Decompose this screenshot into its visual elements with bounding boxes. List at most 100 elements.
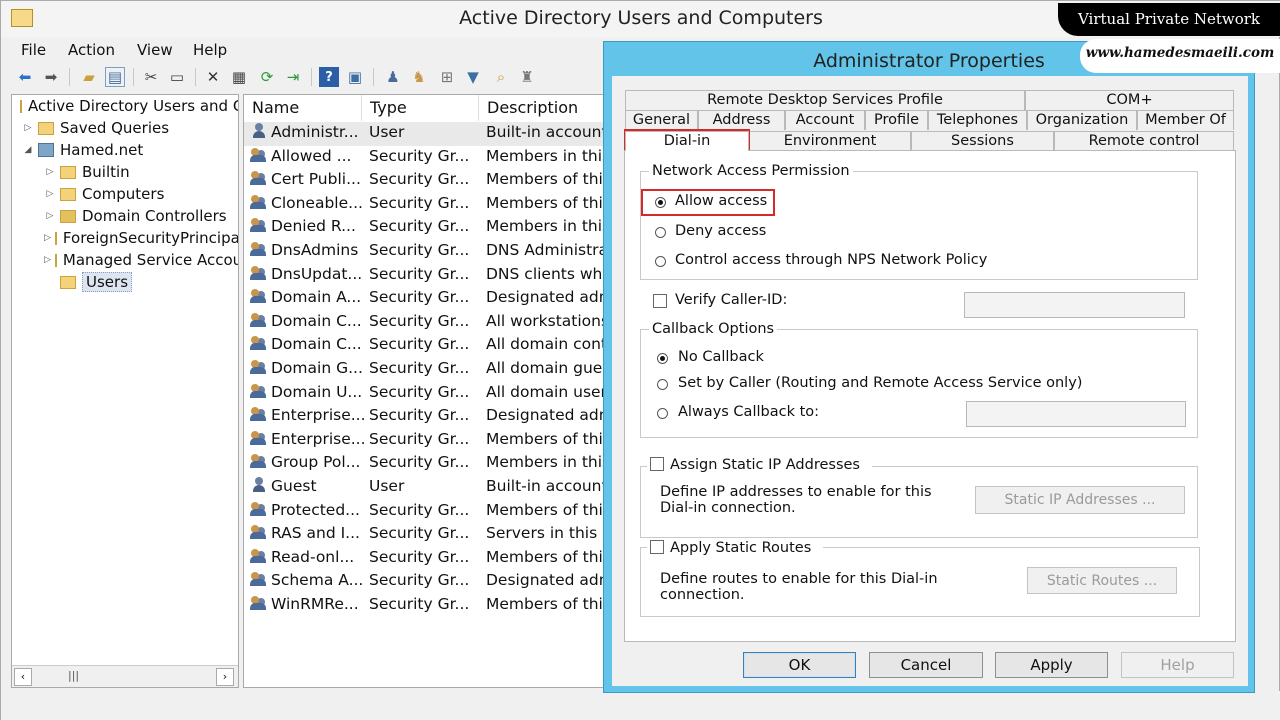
add-to-group-icon[interactable]: ♜ [517,67,537,87]
list-item[interactable]: Protected... Security Gr... Members of thi… [244,500,612,524]
tree-item-hamed-net[interactable]: ◢ Hamed.net [12,139,238,161]
back-arrow-icon[interactable]: ⬅ [15,67,35,87]
ok-button[interactable]: OK [743,652,856,678]
forward-arrow-icon[interactable]: ➡ [41,67,61,87]
tab-general[interactable]: General [625,110,698,130]
scroll-right-icon[interactable]: › [216,668,234,686]
list-item[interactable]: RAS and I... Security Gr... Servers in thi… [244,523,612,547]
up-folder-icon[interactable]: ▰ [79,67,99,87]
menu-action[interactable]: Action [68,41,115,59]
column-header-description[interactable]: Description [479,95,612,121]
tab-dial-in[interactable]: Dial-in [625,131,749,151]
static-routes-label[interactable]: Apply Static Routes [670,540,811,556]
list-item[interactable]: Read-onl... Security Gr... Members of this [244,547,612,571]
tree-item-foreign-security-principals[interactable]: ▷ ForeignSecurityPrincipals [12,227,238,249]
list-item[interactable]: DnsUpdat... Security Gr... DNS clients whe [244,264,612,288]
tree-item-saved-queries[interactable]: ▷ Saved Queries [12,117,238,139]
always-callback-field[interactable] [966,401,1186,427]
static-routes-checkbox[interactable] [650,540,664,554]
show-console-tree-icon[interactable]: ▤ [105,67,125,87]
help-button[interactable]: Help [1121,652,1234,678]
menu-help[interactable]: Help [193,41,227,59]
tab-com-plus[interactable]: COM+ [1025,90,1234,110]
tab-member-of[interactable]: Member Of [1137,110,1234,130]
tab-sessions[interactable]: Sessions [911,131,1054,151]
list-item[interactable]: Domain A... Security Gr... Designated adm [244,287,612,311]
expand-arrow-icon[interactable]: ▷ [44,167,56,177]
find-icon[interactable]: ⌕ [491,67,511,87]
column-header-type[interactable]: Type [362,95,479,121]
apply-button[interactable]: Apply [995,652,1108,678]
static-ip-addresses-button[interactable]: Static IP Addresses ... [975,486,1185,514]
expand-arrow-icon[interactable]: ▷ [44,189,56,199]
tab-profile[interactable]: Profile [865,110,928,130]
cancel-button[interactable]: Cancel [869,652,983,678]
properties-icon[interactable]: ▦ [229,67,249,87]
expand-arrow-icon[interactable]: ▷ [44,233,51,243]
refresh-icon[interactable]: ⟳ [257,67,277,87]
list-item[interactable]: Guest User Built-in account [244,476,612,500]
tab-environment[interactable]: Environment [749,131,911,151]
static-ip-label[interactable]: Assign Static IP Addresses [670,457,860,473]
mmc-icon[interactable]: ▣ [345,67,365,87]
no-callback-label[interactable]: No Callback [678,349,764,365]
tree-horizontal-scrollbar[interactable]: ‹ ||| › [12,665,238,687]
scroll-thumb-grip-icon[interactable]: ||| [68,669,79,682]
expand-arrow-icon[interactable]: ▷ [44,255,51,265]
copy-icon[interactable]: ▭ [167,67,187,87]
list-item[interactable]: WinRMRe... Security Gr... Members of this [244,594,612,618]
always-callback-label[interactable]: Always Callback to: [678,404,819,420]
radio-control-access-nps[interactable] [655,256,666,267]
list-item[interactable]: Domain C... Security Gr... All domain cont [244,334,612,358]
radio-always-callback[interactable] [657,408,668,419]
column-header-name[interactable]: Name [244,95,362,121]
list-item[interactable]: Allowed ... Security Gr... Members in this [244,146,612,170]
scroll-left-icon[interactable]: ‹ [14,668,32,686]
tree-item-users[interactable]: Users [12,271,238,293]
verify-caller-id-field[interactable] [964,292,1185,318]
list-item[interactable]: Domain G... Security Gr... All domain gue [244,358,612,382]
menu-file[interactable]: File [21,41,46,59]
list-item[interactable]: Schema A... Security Gr... Designated adm [244,570,612,594]
list-item[interactable]: Enterprise... Security Gr... Designated ad… [244,405,612,429]
tree-item-computers[interactable]: ▷ Computers [12,183,238,205]
list-item[interactable]: Administr... User Built-in account [244,122,612,146]
tab-account[interactable]: Account [785,110,865,130]
tab-telephones[interactable]: Telephones [928,110,1027,130]
expand-arrow-icon[interactable]: ▷ [44,211,56,221]
tree-item-root[interactable]: Active Directory Users and Computers [12,95,238,117]
tab-remote-desktop-services-profile[interactable]: Remote Desktop Services Profile [625,90,1025,110]
tree-item-managed-service-accounts[interactable]: ▷ Managed Service Accounts [12,249,238,271]
filter-icon[interactable]: ▼ [463,67,483,87]
tree-item-domain-controllers[interactable]: ▷ Domain Controllers [12,205,238,227]
collapse-arrow-icon[interactable]: ◢ [22,145,34,155]
radio-deny-access[interactable] [655,227,666,238]
console-tree[interactable]: Active Directory Users and Computers ▷ S… [11,94,239,688]
verify-caller-id-label[interactable]: Verify Caller-ID: [675,292,787,308]
details-list[interactable]: Name Type Description Administr... User Bu… [243,94,613,688]
new-ou-icon[interactable]: ⊞ [437,67,457,87]
menu-view[interactable]: View [137,41,173,59]
tree-item-builtin[interactable]: ▷ Builtin [12,161,238,183]
new-group-icon[interactable]: ♞ [409,67,429,87]
set-by-caller-label[interactable]: Set by Caller (Routing and Remote Access… [678,375,1082,391]
tab-organization[interactable]: Organization [1027,110,1137,130]
list-item[interactable]: Group Pol... Security Gr... Members in thi… [244,452,612,476]
radio-set-by-caller[interactable] [657,379,668,390]
help-icon[interactable]: ? [319,67,339,87]
static-routes-button[interactable]: Static Routes ... [1027,567,1177,594]
tab-address[interactable]: Address [698,110,785,130]
radio-no-callback[interactable] [657,353,668,364]
control-access-nps-label[interactable]: Control access through NPS Network Polic… [675,252,987,268]
cut-icon[interactable]: ✂ [141,67,161,87]
new-user-icon[interactable]: ♟ [383,67,403,87]
expand-arrow-icon[interactable]: ▷ [22,123,34,133]
list-item[interactable]: Cloneable... Security Gr... Members of thi… [244,193,612,217]
list-item[interactable]: Domain U... Security Gr... All domain user [244,382,612,406]
list-item[interactable]: Cert Publi... Security Gr... Members of th… [244,169,612,193]
tab-remote-control[interactable]: Remote control [1054,131,1234,151]
export-list-icon[interactable]: ⇥ [283,67,303,87]
list-item[interactable]: Enterprise... Security Gr... Members of th… [244,429,612,453]
delete-icon[interactable]: ✕ [203,67,223,87]
list-item[interactable]: Domain C... Security Gr... All workstation… [244,311,612,335]
